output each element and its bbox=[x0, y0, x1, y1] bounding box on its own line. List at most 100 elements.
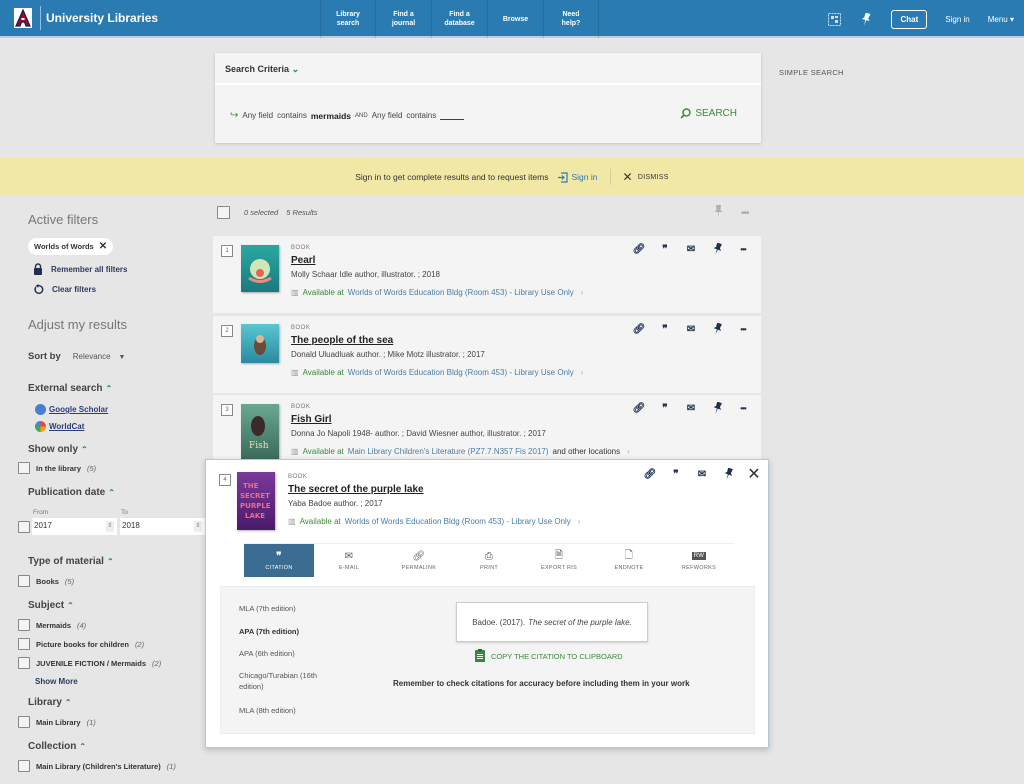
sign-in-link[interactable]: Sign in bbox=[945, 15, 969, 24]
citation-style-option[interactable]: APA (6th edition) bbox=[239, 648, 295, 659]
tool-refworks[interactable]: RW REFWORKS bbox=[664, 544, 734, 577]
tool-email[interactable]: ✉ E-MAIL bbox=[314, 544, 384, 577]
book-cover-image[interactable]: THE SECRET PURPLE LAKE bbox=[237, 472, 275, 530]
pin-icon[interactable] bbox=[722, 468, 734, 480]
result-number[interactable]: 2 bbox=[221, 325, 233, 337]
checkbox[interactable] bbox=[18, 638, 30, 650]
tool-citation[interactable]: ❞ CITATION bbox=[244, 544, 314, 577]
nav-find-database[interactable]: Find a database bbox=[431, 0, 487, 38]
publication-date-header[interactable]: Publication date ⌃ bbox=[28, 487, 115, 498]
pin-icon[interactable] bbox=[711, 243, 723, 255]
more-options-icon[interactable]: ••• bbox=[737, 402, 749, 414]
result-title-link[interactable]: The people of the sea bbox=[291, 335, 393, 346]
type-of-material-header[interactable]: Type of material ⌃ bbox=[28, 556, 114, 567]
filter-collection[interactable]: Main Library (Children's Literature) (1) bbox=[18, 760, 176, 772]
simple-search-link[interactable]: SIMPLE SEARCH bbox=[779, 68, 844, 77]
select-all-checkbox[interactable] bbox=[217, 206, 230, 219]
tool-export-ris[interactable]: 🗎 EXPORT RIS bbox=[524, 544, 594, 577]
availability-link[interactable]: ▥ Available at Worlds of Words Education… bbox=[288, 517, 580, 526]
checkbox[interactable] bbox=[18, 760, 30, 772]
result-number[interactable]: 1 bbox=[221, 245, 233, 257]
google-scholar-link[interactable]: Google Scholar bbox=[35, 404, 108, 415]
search-term-1[interactable]: mermaids bbox=[311, 111, 351, 121]
result-title-link[interactable]: The secret of the purple lake bbox=[288, 484, 424, 495]
date-filter-checkbox[interactable] bbox=[18, 521, 30, 533]
permalink-icon[interactable]: 🔗︎ bbox=[633, 323, 646, 335]
banner-sign-in-link[interactable]: Sign in bbox=[557, 171, 598, 183]
search-button[interactable]: SEARCH bbox=[680, 108, 737, 119]
citation-style-option[interactable]: Chicago/Turabian (16th edition) bbox=[239, 670, 339, 692]
book-cover-image[interactable]: Fish bbox=[241, 404, 279, 460]
qr-code-icon[interactable] bbox=[827, 12, 841, 26]
book-cover-image[interactable] bbox=[241, 324, 279, 363]
permalink-icon[interactable]: 🔗︎ bbox=[633, 402, 646, 414]
email-icon[interactable]: ✉ bbox=[685, 402, 697, 414]
spinner-icon[interactable]: ⇕ bbox=[194, 521, 202, 532]
email-icon[interactable]: ✉ bbox=[685, 323, 697, 335]
citation-icon[interactable]: ❞ bbox=[659, 402, 671, 414]
result-number[interactable]: 3 bbox=[221, 404, 233, 416]
permalink-icon[interactable]: 🔗︎ bbox=[633, 243, 646, 255]
close-icon[interactable]: ✕ bbox=[747, 466, 760, 483]
library-header[interactable]: Library ⌃ bbox=[28, 697, 72, 708]
boolean-operator[interactable]: AND bbox=[355, 113, 368, 119]
operator-1[interactable]: contains bbox=[277, 111, 307, 120]
copy-citation-button[interactable]: COPY THE CITATION TO CLIPBOARD bbox=[475, 649, 623, 662]
worldcat-link[interactable]: WorldCat bbox=[35, 421, 84, 432]
permalink-icon[interactable]: 🔗︎ bbox=[644, 468, 657, 480]
remove-filter-icon[interactable]: ✕ bbox=[99, 241, 107, 252]
result-card[interactable]: 2 BOOK The people of the sea Donald Ulua… bbox=[213, 316, 761, 393]
clear-filters-button[interactable]: Clear filters bbox=[33, 284, 96, 295]
checkbox[interactable] bbox=[18, 716, 30, 728]
chat-button[interactable]: Chat bbox=[891, 9, 928, 29]
citation-icon[interactable]: ❞ bbox=[670, 468, 682, 480]
filter-books[interactable]: Books (5) bbox=[18, 575, 74, 587]
filter-subject[interactable]: JUVENILE FICTION / Mermaids (2) bbox=[18, 657, 161, 669]
expanded-result-card[interactable]: 4 THE SECRET PURPLE LAKE BOOK The secret of… bbox=[205, 459, 769, 748]
subject-header[interactable]: Subject ⌃ bbox=[28, 600, 74, 611]
show-more-link[interactable]: Show More bbox=[35, 677, 78, 686]
search-query-row[interactable]: ↪ Any field contains mermaids AND Any fi… bbox=[230, 110, 465, 121]
result-card[interactable]: 1 BOOK Pearl Molly Schaar Idle author, i… bbox=[213, 236, 761, 313]
nav-library-search[interactable]: Library search bbox=[320, 0, 375, 38]
availability-link[interactable]: ▥ Available at Main Library Children's L… bbox=[291, 447, 630, 456]
filter-subject[interactable]: Mermaids (4) bbox=[18, 619, 86, 631]
nav-find-journal[interactable]: Find a journal bbox=[375, 0, 431, 38]
sort-select[interactable]: Relevance ▼ bbox=[73, 351, 126, 362]
filter-library[interactable]: Main Library (1) bbox=[18, 716, 96, 728]
filter-in-library[interactable]: In the library (5) bbox=[18, 462, 96, 474]
pin-icon[interactable] bbox=[711, 402, 723, 414]
availability-link[interactable]: ▥ Available at Worlds of Words Education… bbox=[291, 368, 583, 377]
search-term-2-input[interactable] bbox=[440, 112, 465, 120]
email-icon[interactable]: ✉ bbox=[696, 468, 708, 480]
active-filter-chip[interactable]: Worlds of Words ✕ bbox=[28, 238, 114, 255]
brand-title[interactable]: University Libraries bbox=[46, 11, 158, 25]
date-to-input[interactable]: 2018 ⇕ bbox=[120, 518, 205, 535]
operator-2[interactable]: contains bbox=[406, 111, 436, 120]
more-options-icon[interactable]: ••• bbox=[737, 323, 749, 335]
citation-style-option[interactable]: MLA (8th edition) bbox=[239, 705, 296, 716]
menu-button[interactable]: Menu ▾ bbox=[988, 15, 1014, 24]
citation-icon[interactable]: ❞ bbox=[659, 323, 671, 335]
result-title-link[interactable]: Pearl bbox=[291, 255, 315, 266]
pin-icon[interactable] bbox=[859, 12, 873, 26]
tool-print[interactable]: ⎙ PRINT bbox=[454, 544, 524, 577]
filter-subject[interactable]: Picture books for children (2) bbox=[18, 638, 144, 650]
citation-text[interactable]: Badoe. (2017). The secret of the purple … bbox=[456, 602, 648, 642]
pin-icon[interactable] bbox=[711, 323, 723, 335]
show-only-header[interactable]: Show only ⌃ bbox=[28, 444, 88, 455]
tool-permalink[interactable]: 🔗︎ PERMALINK bbox=[384, 544, 454, 577]
external-search-header[interactable]: External search ⌃ bbox=[28, 383, 112, 394]
field-1[interactable]: Any field bbox=[242, 111, 273, 120]
remember-filters-button[interactable]: Remember all filters bbox=[33, 263, 127, 275]
university-logo-icon[interactable] bbox=[12, 7, 34, 29]
nav-need-help[interactable]: Need help? bbox=[543, 0, 599, 38]
more-options-icon[interactable]: ••• bbox=[741, 208, 749, 219]
result-title-link[interactable]: Fish Girl bbox=[291, 414, 332, 425]
collection-header[interactable]: Collection ⌃ bbox=[28, 741, 86, 752]
search-criteria-toggle[interactable]: Search Criteria ⌄ bbox=[215, 53, 761, 85]
pin-icon[interactable] bbox=[714, 205, 723, 221]
result-number[interactable]: 4 bbox=[219, 474, 231, 486]
field-2[interactable]: Any field bbox=[372, 111, 403, 120]
checkbox[interactable] bbox=[18, 657, 30, 669]
